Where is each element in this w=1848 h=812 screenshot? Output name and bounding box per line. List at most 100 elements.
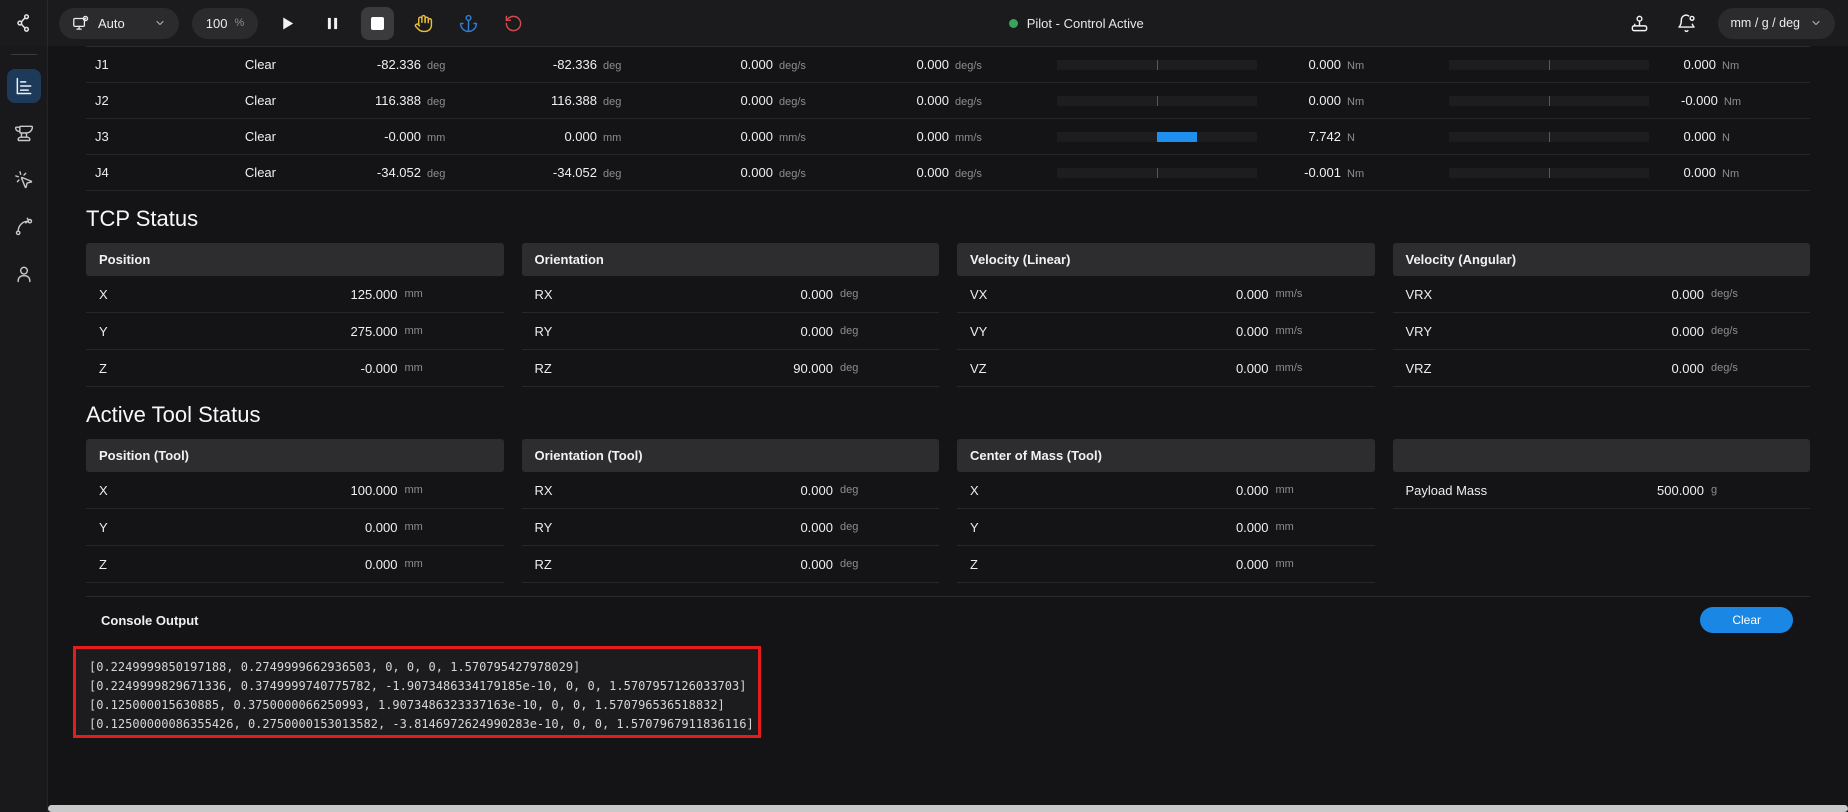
row-unit: mm	[398, 362, 504, 374]
row-value: 0.000	[800, 287, 833, 302]
row-value: 0.000	[1236, 324, 1269, 339]
anchor-button[interactable]	[452, 7, 484, 39]
joint-velocity-actual: 0.000deg/s	[697, 57, 873, 72]
joint-clear-button[interactable]: Clear	[245, 93, 276, 108]
unit: deg	[603, 168, 655, 180]
row-value: 500.000	[1657, 483, 1704, 498]
joint-position-target: -82.336deg	[521, 57, 697, 72]
row-value: 100.000	[351, 483, 398, 498]
row-value: 0.000	[1671, 324, 1704, 339]
joint-torque-bar	[1057, 96, 1257, 106]
card-row: VRY0.000deg/s	[1393, 313, 1811, 350]
rotate-ccw-icon	[504, 14, 523, 33]
stop-icon	[371, 17, 384, 30]
card-row: RY0.000deg	[522, 313, 940, 350]
joint-force-bar	[1449, 96, 1649, 106]
row-value: 0.000	[800, 520, 833, 535]
play-button[interactable]	[271, 7, 303, 39]
card-row: RZ90.000deg	[522, 350, 940, 387]
console-line: [0.12500000086355426, 0.2750000153013582…	[89, 715, 758, 734]
unit: deg/s	[779, 60, 831, 72]
joint-clear-button[interactable]: Clear	[245, 165, 276, 180]
row-unit: mm	[398, 325, 504, 337]
speed-control[interactable]: 100 %	[192, 8, 258, 39]
joint-position-target: 0.000mm	[521, 129, 697, 144]
joint-torque-bar	[1057, 168, 1257, 178]
user-icon	[14, 264, 34, 284]
row-label: VRY	[1406, 324, 1672, 339]
sidebar-item-user[interactable]	[7, 257, 41, 291]
unit: deg/s	[779, 96, 831, 108]
card-header	[1393, 439, 1811, 472]
sidebar-item-path[interactable]	[7, 210, 41, 244]
value: 116.388	[375, 93, 421, 108]
pause-icon	[324, 15, 341, 32]
unit: Nm	[1347, 168, 1399, 180]
joint-velocity-actual: 0.000mm/s	[697, 129, 873, 144]
app-logo[interactable]	[0, 0, 48, 46]
card-row: RX0.000deg	[522, 276, 940, 313]
row-label: Y	[99, 520, 365, 535]
joint-force-bar	[1449, 60, 1649, 70]
value: 7.742	[1308, 129, 1341, 144]
tool-status-cards: Position (Tool) X100.000mm Y0.000mm Z0.0…	[86, 439, 1810, 583]
monitor-mode-icon	[72, 15, 89, 32]
joint-velocity-target: 0.000deg/s	[873, 165, 1049, 180]
tcp-status-cards: Position X125.000mm Y275.000mm Z-0.000mm…	[86, 243, 1810, 387]
joint-clear-button[interactable]: Clear	[245, 57, 276, 72]
chevron-down-icon	[1810, 17, 1822, 29]
row-unit: mm	[1269, 484, 1375, 496]
joint-id: J1	[86, 57, 181, 72]
console-title: Console Output	[101, 613, 199, 628]
horizontal-scrollbar[interactable]	[48, 805, 1848, 812]
units-label: mm / g / deg	[1731, 16, 1800, 30]
sidebar-item-monitoring[interactable]	[7, 69, 41, 103]
hand-guide-button[interactable]	[407, 7, 439, 39]
sidebar-item-tool[interactable]	[7, 116, 41, 150]
sidebar-item-jog[interactable]	[7, 163, 41, 197]
row-label: RY	[535, 520, 801, 535]
value: -82.336	[377, 57, 421, 72]
joint-position-actual: -82.336 deg	[286, 57, 521, 72]
chevron-down-icon	[154, 17, 166, 29]
value: -0.000	[384, 129, 421, 144]
value: -0.001	[1304, 165, 1341, 180]
row-label: X	[99, 483, 351, 498]
tcp-velocity-angular-card: Velocity (Angular) VRX0.000deg/s VRY0.00…	[1393, 243, 1811, 387]
row-value: 0.000	[1236, 287, 1269, 302]
stop-button[interactable]	[361, 7, 394, 40]
joint-clear-button[interactable]: Clear	[245, 129, 276, 144]
joint-id: J3	[86, 129, 181, 144]
row-unit: mm	[398, 484, 504, 496]
pause-button[interactable]	[316, 7, 348, 39]
bar-center-tick	[1549, 96, 1550, 106]
value: 0.000	[1683, 165, 1716, 180]
card-header: Center of Mass (Tool)	[957, 439, 1375, 472]
row-label: RX	[535, 287, 801, 302]
joint-torque-value: 0.000Nm	[1287, 57, 1441, 72]
row-unit: mm	[1269, 558, 1375, 570]
robot-status: Pilot - Control Active	[529, 0, 1624, 46]
mode-dropdown[interactable]: Auto	[59, 8, 179, 39]
units-dropdown[interactable]: mm / g / deg	[1718, 8, 1835, 39]
bar-center-tick	[1157, 168, 1158, 178]
console-clear-button[interactable]: Clear	[1700, 607, 1793, 633]
row-label: Y	[99, 324, 351, 339]
tool-center-of-mass-card: Center of Mass (Tool) X0.000mm Y0.000mm …	[957, 439, 1375, 583]
row-value: 0.000	[1671, 287, 1704, 302]
joystick-button[interactable]	[1624, 7, 1656, 39]
speed-value: 100	[206, 16, 228, 31]
unit: deg	[427, 60, 479, 72]
unit: mm	[427, 132, 479, 144]
row-unit: deg/s	[1704, 325, 1810, 337]
unit: deg/s	[955, 168, 1007, 180]
bar-center-tick	[1549, 132, 1550, 142]
row-label: RZ	[535, 361, 794, 376]
card-row: X125.000mm	[86, 276, 504, 313]
row-value: 0.000	[1236, 361, 1269, 376]
reset-button[interactable]	[497, 7, 529, 39]
row-unit: mm/s	[1269, 288, 1375, 300]
notifications-button[interactable]	[1671, 7, 1703, 39]
row-unit: mm/s	[1269, 325, 1375, 337]
row-unit: mm	[398, 558, 504, 570]
